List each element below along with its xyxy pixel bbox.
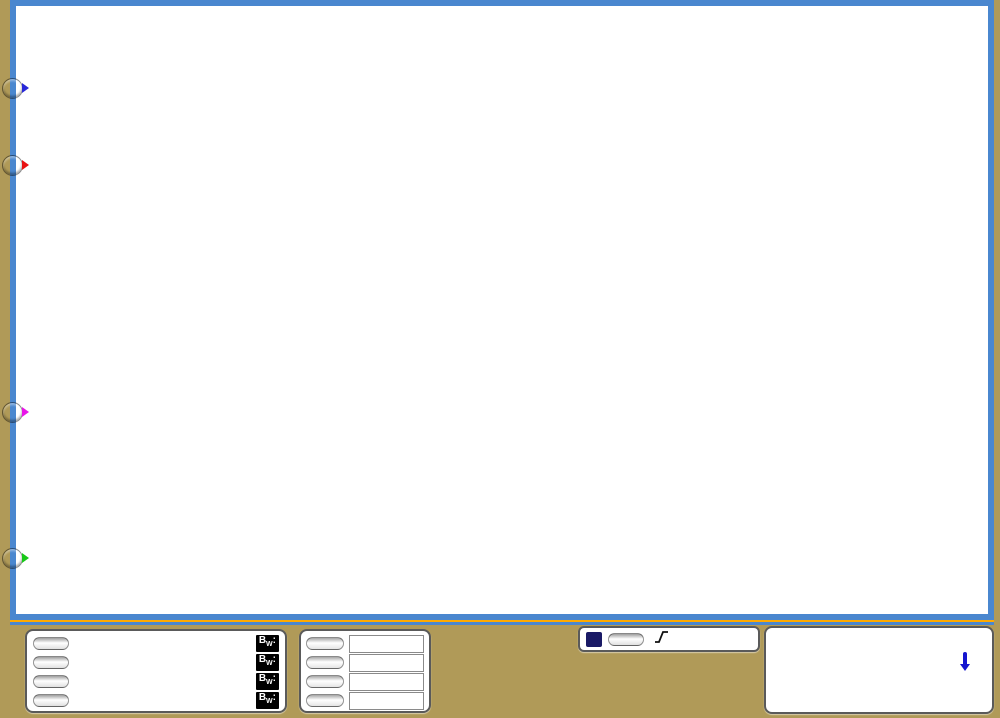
channel-3-arrow-icon xyxy=(22,553,29,563)
cursor-freq-pill[interactable] xyxy=(306,694,344,707)
channel-2-pill[interactable] xyxy=(33,656,69,669)
acqs-row xyxy=(774,672,984,692)
trigger-a-badge xyxy=(586,632,602,647)
channel-4-bandwidth: BW: xyxy=(256,692,279,709)
cursor-freq-value xyxy=(349,692,424,710)
bottom-frame-line xyxy=(10,622,994,625)
cursor-t1-pill[interactable] xyxy=(306,637,344,650)
cursor-dt-value xyxy=(349,673,424,691)
trigger-position-icon xyxy=(960,652,970,674)
trigger-source-pill[interactable] xyxy=(608,633,644,646)
channel-settings-box[interactable]: BW: BW: BW: BW: xyxy=(25,629,287,713)
channel-1-bandwidth: BW: xyxy=(256,635,279,652)
channel-2-arrow-icon xyxy=(22,160,29,170)
cursor-t2-value xyxy=(349,654,424,672)
cursor-t1-value xyxy=(349,635,424,653)
cursor-row xyxy=(306,672,424,691)
channel-row: BW: xyxy=(33,672,279,691)
cursor-t2-pill[interactable] xyxy=(306,656,344,669)
timebase-row xyxy=(774,632,984,652)
cursor-dt-pill[interactable] xyxy=(306,675,344,688)
cursor-readout-box[interactable] xyxy=(299,629,431,713)
waveform-svg xyxy=(16,6,988,614)
oscilloscope-screen: BW: BW: BW: BW: xyxy=(0,0,1000,718)
trigger-readout-box[interactable] xyxy=(578,626,760,652)
channel-4-pill[interactable] xyxy=(33,694,69,707)
channel-2-marker[interactable] xyxy=(2,155,23,176)
channel-4-arrow-icon xyxy=(22,407,29,417)
datetime-row xyxy=(774,692,984,712)
channel-row: BW: xyxy=(33,691,279,710)
cursor-row xyxy=(306,634,424,653)
channel-3-bandwidth: BW: xyxy=(256,673,279,690)
cursor-row xyxy=(306,653,424,672)
channel-row: BW: xyxy=(33,653,279,672)
channel-2-bandwidth: BW: xyxy=(256,654,279,671)
waveform-display[interactable] xyxy=(10,0,994,620)
channel-1-marker[interactable] xyxy=(2,78,23,99)
channel-3-pill[interactable] xyxy=(33,675,69,688)
acquisition-status-row xyxy=(774,652,984,672)
channel-4-marker[interactable] xyxy=(2,402,23,423)
horizontal-readout-box[interactable] xyxy=(764,626,994,714)
channel-1-pill[interactable] xyxy=(33,637,69,650)
rising-edge-icon xyxy=(654,629,669,650)
cursor-row xyxy=(306,691,424,710)
channel-row: BW: xyxy=(33,634,279,653)
channel-1-arrow-icon xyxy=(22,83,29,93)
channel-3-marker[interactable] xyxy=(2,548,23,569)
